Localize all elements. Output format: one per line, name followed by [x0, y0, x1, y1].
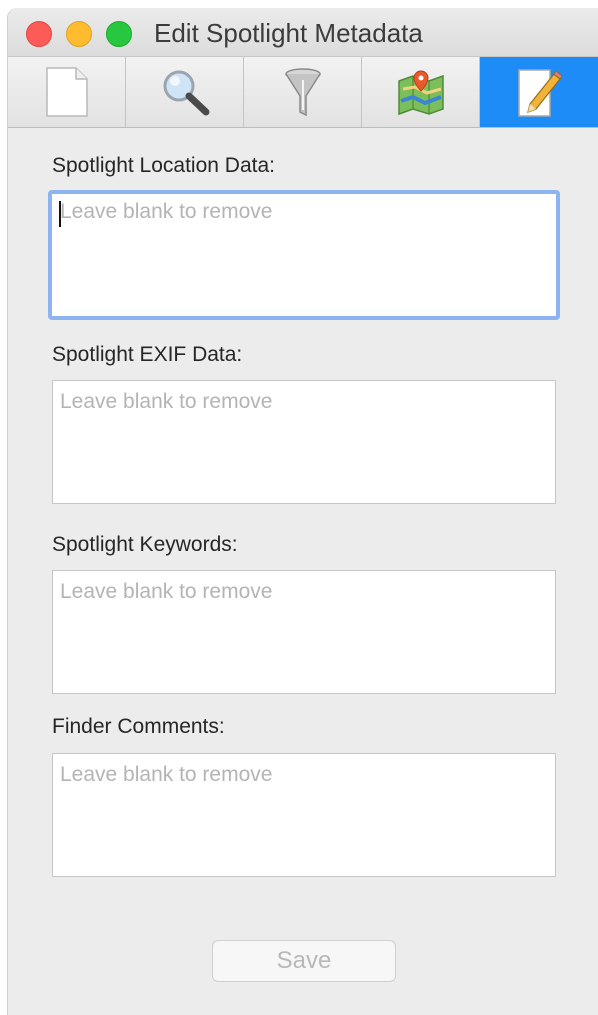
map-icon — [397, 70, 444, 116]
save-button[interactable]: Save — [212, 940, 396, 982]
minimize-window-button[interactable] — [66, 21, 92, 47]
toolbar — [8, 56, 598, 128]
exif-data-field[interactable]: Leave blank to remove — [52, 380, 556, 504]
tab-edit-metadata[interactable] — [480, 57, 598, 127]
tab-document[interactable] — [8, 57, 126, 127]
document-icon — [45, 67, 88, 117]
tab-filter[interactable] — [244, 57, 362, 127]
edit-spotlight-window: Edit Spotlight Metadata Spotlight Locati… — [8, 8, 598, 1015]
magnifier-icon — [163, 70, 209, 116]
window-title: Edit Spotlight Metadata — [154, 18, 423, 48]
keywords-field[interactable]: Leave blank to remove — [52, 570, 556, 694]
location-data-label: Spotlight Location Data: — [52, 154, 275, 177]
tab-map[interactable] — [362, 57, 480, 127]
keywords-label: Spotlight Keywords: — [52, 533, 238, 556]
location-data-placeholder: Leave blank to remove — [60, 200, 273, 223]
exif-data-placeholder: Leave blank to remove — [60, 390, 273, 413]
location-data-field[interactable]: Leave blank to remove — [48, 190, 560, 320]
keywords-placeholder: Leave blank to remove — [60, 580, 273, 603]
exif-data-label: Spotlight EXIF Data: — [52, 343, 243, 366]
funnel-icon — [284, 68, 321, 117]
finder-comments-field[interactable]: Leave blank to remove — [52, 753, 556, 877]
finder-comments-label: Finder Comments: — [52, 715, 225, 738]
title-bar: Edit Spotlight Metadata — [8, 8, 598, 56]
tab-search[interactable] — [126, 57, 244, 127]
zoom-window-button[interactable] — [106, 21, 132, 47]
finder-comments-placeholder: Leave blank to remove — [60, 763, 273, 786]
close-window-button[interactable] — [26, 21, 52, 47]
edit-pencil-icon — [518, 69, 562, 117]
